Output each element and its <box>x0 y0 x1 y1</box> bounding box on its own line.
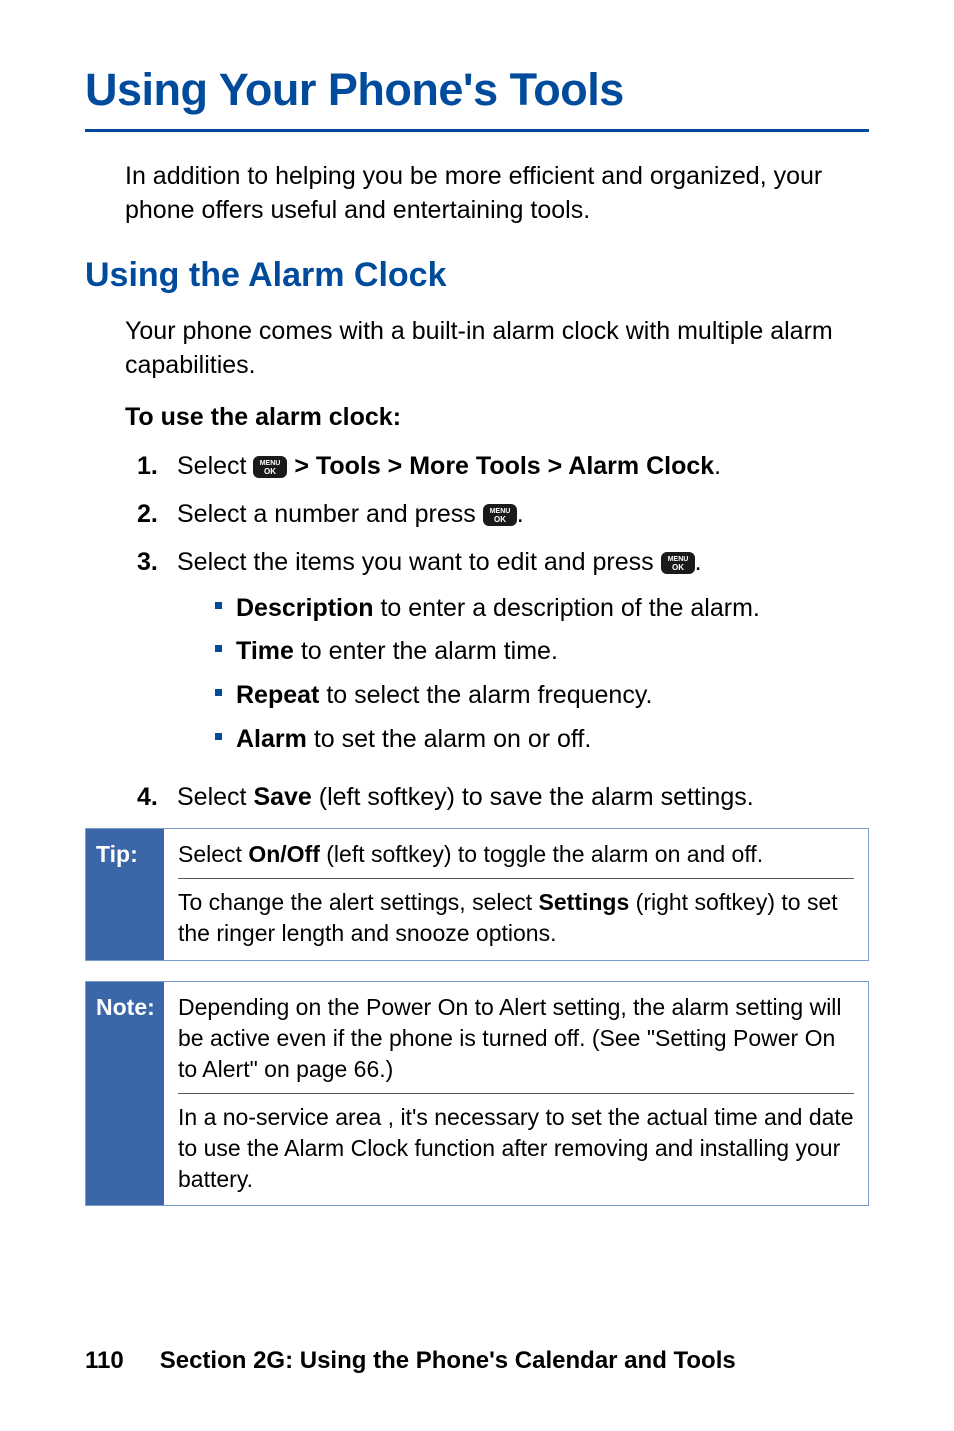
intro-paragraph: In addition to helping you be more effic… <box>125 160 869 228</box>
step-number: 2. <box>137 498 177 532</box>
step-1: 1. Select > Tools > More Tools > Alarm C… <box>137 450 869 484</box>
step-number: 4. <box>137 781 177 815</box>
step-body: Select a number and press . <box>177 498 869 532</box>
callout-separator <box>178 1093 854 1094</box>
step-number: 1. <box>137 450 177 484</box>
menu-ok-icon <box>661 552 695 574</box>
bullet-item: Repeat to select the alarm frequency. <box>215 679 869 713</box>
sub-bullets: Description to enter a description of th… <box>215 592 869 757</box>
note-callout: Note: Depending on the Power On to Alert… <box>85 981 869 1206</box>
subintro-paragraph: Your phone comes with a built-in alarm c… <box>125 315 869 383</box>
bullet-icon <box>215 733 222 740</box>
page-title: Using Your Phone's Tools <box>85 60 869 121</box>
menu-ok-icon <box>253 456 287 478</box>
tip-label: Tip: <box>86 829 164 959</box>
bullet-icon <box>215 645 222 652</box>
step-4: 4. Select Save (left softkey) to save th… <box>137 781 869 815</box>
title-rule <box>85 129 869 132</box>
bullet-item: Alarm to set the alarm on or off. <box>215 723 869 757</box>
tip-content: Select On/Off (left softkey) to toggle t… <box>164 829 868 959</box>
tip-callout: Tip: Select On/Off (left softkey) to tog… <box>85 828 869 960</box>
bullet-icon <box>215 689 222 696</box>
bullet-item: Description to enter a description of th… <box>215 592 869 626</box>
callout-separator <box>178 878 854 879</box>
page-number: 110 <box>85 1347 124 1374</box>
task-heading: To use the alarm clock: <box>125 401 869 435</box>
step-body: Select the items you want to edit and pr… <box>177 546 869 767</box>
menu-ok-icon <box>483 504 517 526</box>
step-body: Select Save (left softkey) to save the a… <box>177 781 869 815</box>
note-label: Note: <box>86 982 164 1205</box>
page-footer: 110 Section 2G: Using the Phone's Calenda… <box>85 1345 736 1377</box>
step-2: 2. Select a number and press . <box>137 498 869 532</box>
step-number: 3. <box>137 546 177 767</box>
note-content: Depending on the Power On to Alert setti… <box>164 982 868 1205</box>
section-label: Section 2G: Using the Phone's Calendar a… <box>160 1347 736 1374</box>
section-heading: Using the Alarm Clock <box>85 253 869 299</box>
step-body: Select > Tools > More Tools > Alarm Cloc… <box>177 450 869 484</box>
bullet-icon <box>215 602 222 609</box>
bullet-item: Time to enter the alarm time. <box>215 635 869 669</box>
steps-list: 1. Select > Tools > More Tools > Alarm C… <box>137 450 869 814</box>
step-3: 3. Select the items you want to edit and… <box>137 546 869 767</box>
